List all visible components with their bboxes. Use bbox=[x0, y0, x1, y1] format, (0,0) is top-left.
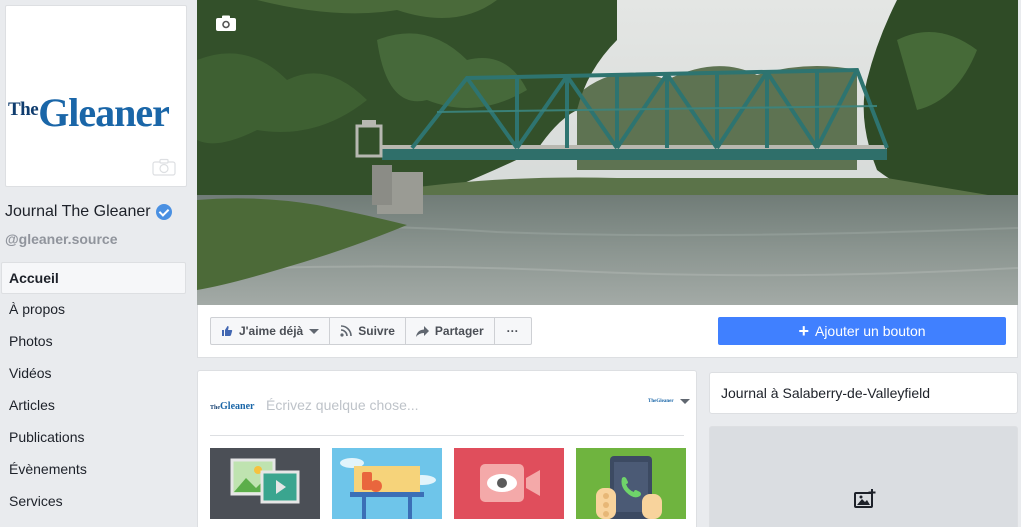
nav-item-photos[interactable]: Photos bbox=[0, 326, 187, 358]
nav-item-evenements[interactable]: Évènements bbox=[0, 454, 187, 486]
like-button[interactable]: J'aime déjà bbox=[211, 318, 331, 344]
camera-icon[interactable] bbox=[152, 158, 176, 176]
nav-item-accueil[interactable]: Accueil bbox=[1, 262, 186, 294]
rss-icon bbox=[340, 325, 353, 337]
page-handle[interactable]: @gleaner.source bbox=[5, 231, 117, 247]
thumbs-up-icon bbox=[222, 326, 233, 336]
phone-icon bbox=[596, 456, 662, 519]
location-info[interactable]: Journal à Salaberry-de-Valleyfield bbox=[709, 372, 1018, 414]
photo-gallery-icon bbox=[230, 458, 300, 504]
offer-shop-icon bbox=[340, 458, 436, 519]
nav-item-services[interactable]: Services bbox=[0, 486, 187, 518]
cover-photo[interactable] bbox=[197, 0, 1018, 305]
chevron-down-icon bbox=[679, 399, 690, 404]
verified-badge-icon bbox=[155, 204, 172, 220]
composer-avatar: TheGleaner bbox=[210, 401, 255, 412]
share-arrow-icon bbox=[415, 325, 429, 337]
divider bbox=[210, 435, 684, 436]
plus-icon: + bbox=[798, 321, 809, 341]
post-as-avatar: TheGleaner bbox=[648, 399, 674, 404]
offer-tile[interactable] bbox=[332, 448, 442, 519]
add-photo-icon bbox=[854, 489, 876, 508]
nav-item-a-propos[interactable]: À propos bbox=[0, 294, 187, 326]
more-options-button[interactable]: ··· bbox=[495, 318, 531, 344]
page-title[interactable]: Journal The Gleaner bbox=[5, 203, 172, 221]
contact-tile[interactable] bbox=[576, 448, 686, 519]
profile-picture[interactable]: TheGleaner bbox=[5, 5, 187, 187]
page-action-bar: J'aime déjà Suivre Partager ··· + Ajoute… bbox=[197, 305, 1018, 358]
camera-icon[interactable] bbox=[215, 14, 237, 32]
add-button-cta[interactable]: + Ajouter un bouton bbox=[718, 317, 1006, 345]
composer-tiles bbox=[210, 448, 686, 519]
page-actions-group: J'aime déjà Suivre Partager ··· bbox=[210, 317, 532, 345]
composer-input[interactable]: Écrivez quelque chose... bbox=[266, 397, 419, 413]
live-video-tile[interactable] bbox=[454, 448, 564, 519]
photo-video-tile[interactable] bbox=[210, 448, 320, 519]
chevron-down-icon bbox=[309, 328, 320, 334]
post-as-selector[interactable]: TheGleaner bbox=[648, 399, 690, 404]
nav-item-videos[interactable]: Vidéos bbox=[0, 358, 187, 390]
video-camera-icon bbox=[480, 464, 540, 502]
nav-item-publications[interactable]: Publications bbox=[0, 422, 187, 454]
page-nav: Accueil À propos Photos Vidéos Articles … bbox=[0, 262, 187, 518]
follow-button[interactable]: Suivre bbox=[330, 318, 406, 344]
cover-bridge-scene bbox=[197, 0, 1018, 305]
post-composer: TheGleaner Écrivez quelque chose... TheG… bbox=[197, 370, 697, 527]
share-button[interactable]: Partager bbox=[406, 318, 495, 344]
add-photo-card[interactable] bbox=[709, 426, 1018, 527]
nav-item-articles[interactable]: Articles bbox=[0, 390, 187, 422]
gleaner-logo: TheGleaner bbox=[8, 90, 170, 135]
